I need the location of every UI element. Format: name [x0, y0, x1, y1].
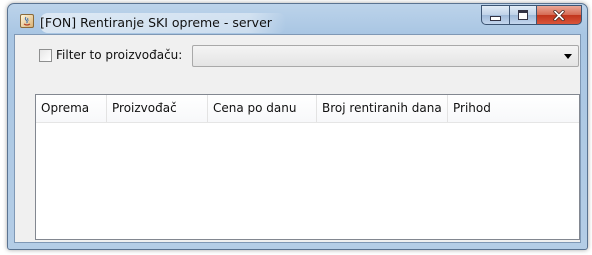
table-body[interactable] [36, 123, 579, 239]
window-title: [FON] Rentiranje SKI opreme - server [40, 13, 286, 33]
filter-checkbox[interactable] [39, 49, 52, 62]
manufacturer-combobox[interactable] [192, 45, 579, 67]
table-header: Oprema Proizvođač Cena po danu Broj rent… [36, 95, 579, 123]
close-icon [553, 9, 565, 21]
caption-buttons [481, 5, 582, 25]
window-content: Filter to proizvođaču: Oprema Proizvođač… [14, 34, 581, 243]
column-header-oprema[interactable]: Oprema [36, 95, 107, 122]
maximize-button[interactable] [509, 5, 536, 25]
title-bar[interactable]: [FON] Rentiranje SKI opreme - server [8, 4, 587, 34]
chevron-down-icon[interactable] [564, 54, 572, 59]
app-window: [FON] Rentiranje SKI opreme - server Fil… [7, 3, 588, 250]
column-header-prihod[interactable]: Prihod [448, 95, 579, 122]
equipment-table[interactable]: Oprema Proizvođač Cena po danu Broj rent… [35, 94, 580, 240]
column-header-broj-rentiranih-dana[interactable]: Broj rentiranih dana [317, 95, 448, 122]
maximize-icon [518, 10, 528, 20]
minimize-icon [490, 16, 501, 21]
column-header-proizvodjac[interactable]: Proizvođač [107, 95, 208, 122]
filter-checkbox-label[interactable]: Filter to proizvođaču: [56, 47, 182, 64]
java-app-icon[interactable] [20, 14, 34, 28]
column-header-cena-po-danu[interactable]: Cena po danu [208, 95, 317, 122]
filter-row: Filter to proizvođaču: [15, 35, 580, 71]
close-button[interactable] [536, 5, 582, 25]
minimize-button[interactable] [481, 5, 509, 25]
